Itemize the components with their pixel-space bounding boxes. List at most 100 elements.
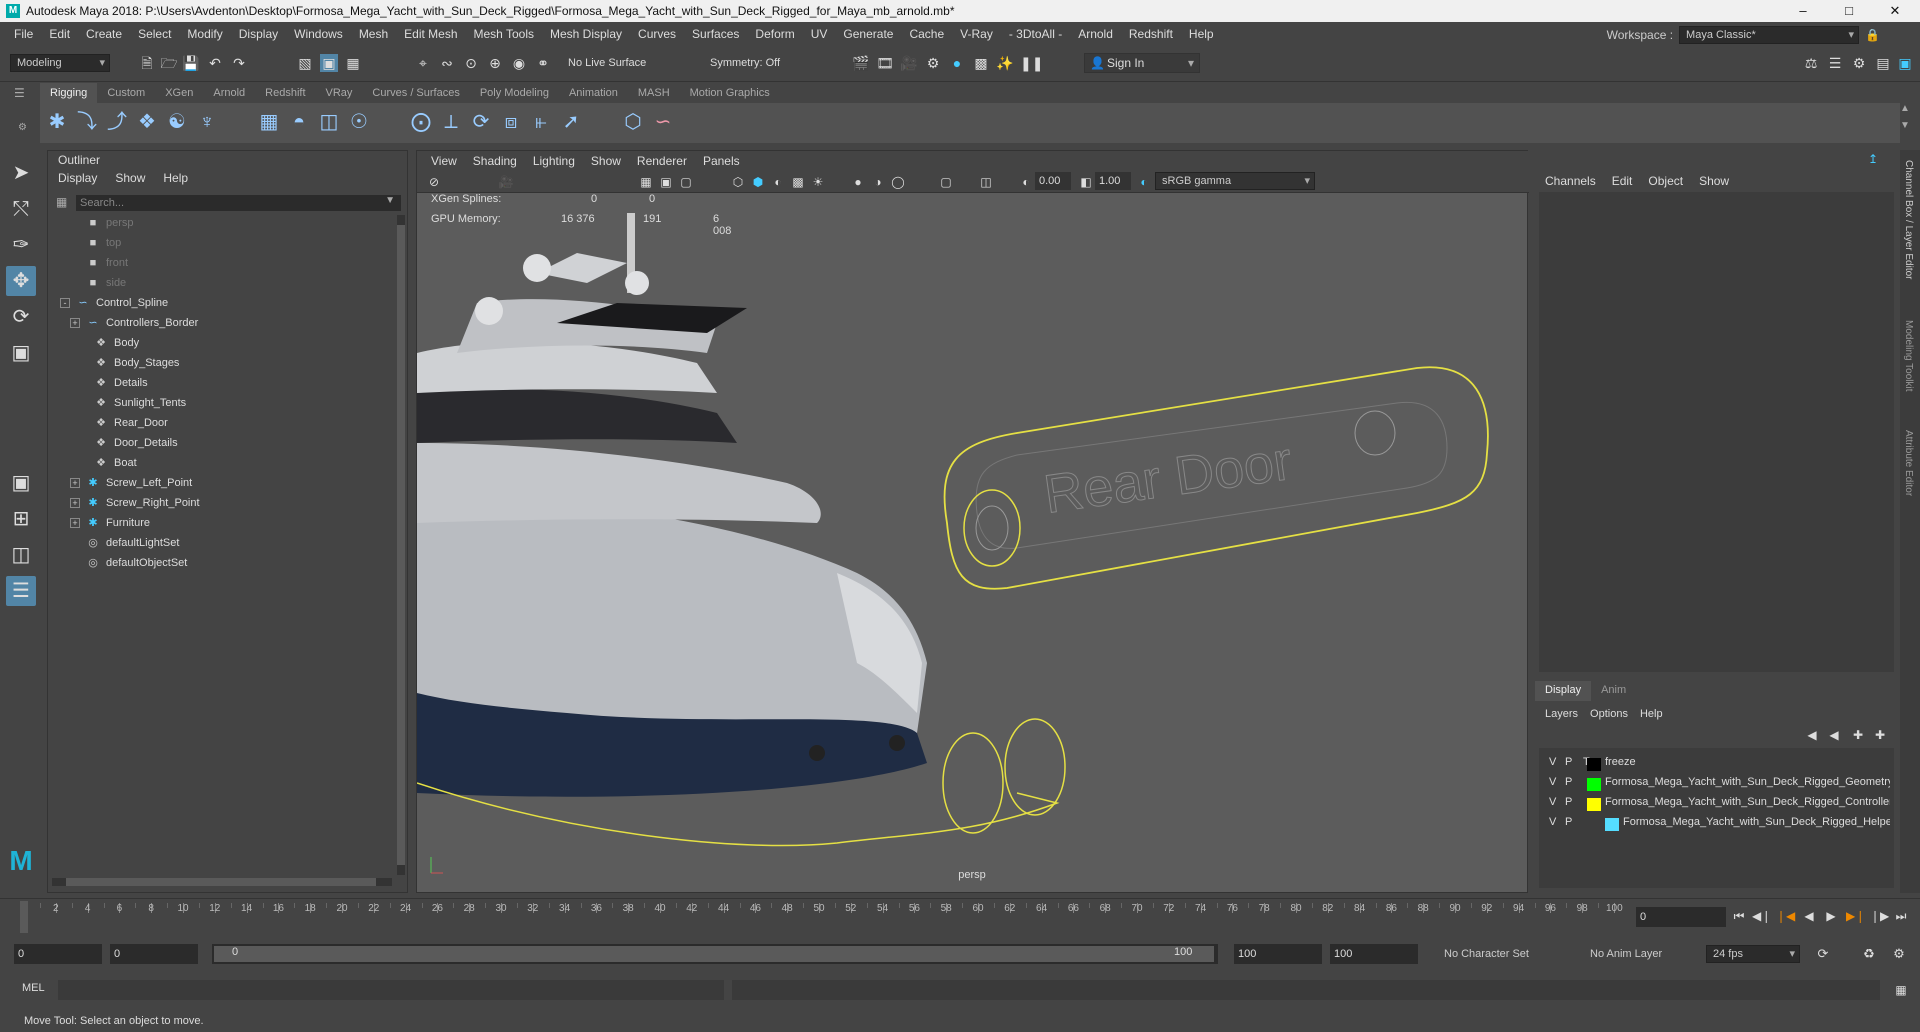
viewport-menu-lighting[interactable]: Lighting xyxy=(525,154,583,168)
loop-icon[interactable]: ⟳ xyxy=(1814,945,1832,963)
outliner-item[interactable]: + ✱ Screw_Right_Point xyxy=(70,493,200,513)
snap-point-icon[interactable]: ⊙ xyxy=(462,54,480,72)
four-view-icon[interactable]: ⊞ xyxy=(6,504,36,534)
tool-settings-icon[interactable]: ⚙ xyxy=(1850,54,1868,72)
scale-tool-icon[interactable]: ▣ xyxy=(6,338,36,368)
range-slider-handle[interactable] xyxy=(214,946,1214,962)
shelf-tab-mash[interactable]: MASH xyxy=(628,83,680,103)
new-layer-icon[interactable]: ✚ xyxy=(1849,726,1867,744)
menu-edit-mesh[interactable]: Edit Mesh xyxy=(396,27,465,41)
viewport-menu-view[interactable]: View xyxy=(423,154,465,168)
xray-icon[interactable]: ◫ xyxy=(977,173,995,191)
shadows-icon[interactable]: ● xyxy=(849,173,867,191)
outliner-hscroll-thumb[interactable] xyxy=(66,878,376,886)
antialiasing-icon[interactable]: ◯ xyxy=(889,173,907,191)
channel-menu-show[interactable]: Show xyxy=(1699,174,1729,188)
outliner-item[interactable]: ■ persp xyxy=(86,213,134,233)
bind-skin-icon[interactable]: ❖ xyxy=(134,109,160,135)
time-slider[interactable]: 0246810121416182022242628303234363840424… xyxy=(0,898,1920,936)
layer-visibility[interactable]: V xyxy=(1549,756,1556,768)
shelf-tab-arnold[interactable]: Arnold xyxy=(203,83,255,103)
menu-curves[interactable]: Curves xyxy=(630,27,684,41)
menu-mesh-display[interactable]: Mesh Display xyxy=(542,27,630,41)
menu-help[interactable]: Help xyxy=(1181,27,1222,41)
shelf-tab-motion-graphics[interactable]: Motion Graphics xyxy=(680,83,780,103)
outliner-item[interactable]: - ∽ Control_Spline xyxy=(60,293,168,313)
lock-icon[interactable]: 🔒 xyxy=(1865,28,1880,42)
viewport-menu-renderer[interactable]: Renderer xyxy=(629,154,695,168)
move-layer-down-icon[interactable]: ◀ xyxy=(1825,726,1843,744)
graph-editor-icon[interactable]: ∽ xyxy=(650,109,676,135)
resolution-gate-icon[interactable]: ▢ xyxy=(677,173,695,191)
outliner-item[interactable]: ■ side xyxy=(86,273,127,293)
menu-redshift[interactable]: Redshift xyxy=(1121,27,1181,41)
current-time-marker[interactable] xyxy=(20,901,28,933)
playback-end-field[interactable]: 100 xyxy=(1234,944,1322,964)
layer-tab-display[interactable]: Display xyxy=(1535,681,1592,701)
lasso-tool-icon[interactable]: ⤲ xyxy=(6,194,36,224)
wireframe-on-shaded-icon[interactable]: ◐ xyxy=(769,173,787,191)
wrap-icon[interactable]: ◫ xyxy=(316,109,342,135)
layer-visibility[interactable]: V xyxy=(1549,776,1556,788)
layer-visibility[interactable]: V xyxy=(1549,816,1556,828)
sign-in-button[interactable]: 👤 Sign In ▾ xyxy=(1084,53,1200,73)
menu-modify[interactable]: Modify xyxy=(179,27,230,41)
rotate-tool-icon[interactable]: ⟳ xyxy=(6,302,36,332)
expand-toggle-icon[interactable]: + xyxy=(70,318,80,328)
menu-mesh-tools[interactable]: Mesh Tools xyxy=(466,27,542,41)
isolate-select-icon[interactable]: ▢ xyxy=(937,173,955,191)
shelf-settings-icon[interactable]: ⚙ xyxy=(18,122,27,133)
layer-row[interactable]: VPTfreeze xyxy=(1545,756,1890,774)
lights-icon[interactable]: ☀ xyxy=(809,173,827,191)
anim-layer-dropdown[interactable]: No Anim Layer xyxy=(1590,948,1662,960)
layer-playback[interactable]: P xyxy=(1565,776,1572,788)
select-hierarchy-icon[interactable]: ▧ xyxy=(296,54,314,72)
anim-prefs-icon[interactable]: ⚙ xyxy=(1890,945,1908,963)
outliner-item[interactable]: + ✱ Furniture xyxy=(70,513,150,533)
outliner-scroll-thumb[interactable] xyxy=(397,225,405,865)
outliner-layout-icon[interactable]: ☰ xyxy=(6,576,36,606)
menu-arnold[interactable]: Arnold xyxy=(1070,27,1121,41)
ambient-occlusion-icon[interactable]: ◑ xyxy=(869,173,887,191)
outliner-item[interactable]: ❖ Boat xyxy=(94,453,137,473)
anim-end-field[interactable]: 100 xyxy=(1330,944,1418,964)
outliner-menu-display[interactable]: Display xyxy=(58,171,97,185)
paint-select-icon[interactable]: ✑ xyxy=(6,230,36,260)
pole-vector-icon[interactable]: ➚ xyxy=(558,109,584,135)
play-forwards-icon[interactable]: ▶ xyxy=(1822,907,1840,925)
cluster-icon[interactable]: ◓ xyxy=(286,109,312,135)
step-back-key-icon[interactable]: ❘◀ xyxy=(1776,907,1795,925)
outliner-filter-icon[interactable]: ▦ xyxy=(56,195,72,211)
layer-menu-layers[interactable]: Layers xyxy=(1545,708,1578,720)
playback-start-field[interactable]: 0 xyxy=(110,944,198,964)
aim-constraint-icon[interactable]: ⫦ xyxy=(528,109,554,135)
layer-playback[interactable]: P xyxy=(1565,756,1572,768)
outliner-item[interactable]: ◎ defaultObjectSet xyxy=(86,553,187,573)
step-forward-icon[interactable]: ❘▶ xyxy=(1870,907,1889,925)
menu-cache[interactable]: Cache xyxy=(901,27,952,41)
menu-set-dropdown[interactable]: Modeling xyxy=(10,54,110,72)
shelf-tab-poly-modeling[interactable]: Poly Modeling xyxy=(470,83,559,103)
render-settings-icon[interactable]: ⚙ xyxy=(924,54,942,72)
render-view-icon[interactable]: 🎞 xyxy=(876,54,894,72)
layer-playback[interactable]: P xyxy=(1565,816,1572,828)
shelf-tab-animation[interactable]: Animation xyxy=(559,83,628,103)
outliner-hscrollbar[interactable] xyxy=(52,878,392,886)
outliner-menu-help[interactable]: Help xyxy=(163,171,188,185)
select-component-icon[interactable]: ▦ xyxy=(344,54,362,72)
layer-row[interactable]: V P Formosa_Mega_Yacht_with_Sun_Deck_Rigge… xyxy=(1545,816,1890,834)
search-dropdown-icon[interactable]: ▼ xyxy=(385,195,395,206)
menu-uv[interactable]: UV xyxy=(803,27,836,41)
minimize-button[interactable]: – xyxy=(1780,0,1826,22)
modeling-toolkit-icon[interactable]: ⚖ xyxy=(1802,54,1820,72)
outliner-item[interactable]: ❖ Door_Details xyxy=(94,433,178,453)
open-scene-icon[interactable]: 🗁 xyxy=(160,54,178,72)
outliner-menu-show[interactable]: Show xyxy=(115,171,145,185)
gamma-icon[interactable]: ◧ xyxy=(1077,173,1095,191)
pause-icon[interactable]: ❚❚ xyxy=(1020,54,1043,72)
shelf-tab-redshift[interactable]: Redshift xyxy=(255,83,315,103)
snap-view-icon[interactable]: ⊕ xyxy=(486,54,504,72)
tab-channel-box[interactable]: Channel Box / Layer Editor xyxy=(1903,160,1914,280)
attribute-editor-icon[interactable]: ☰ xyxy=(1826,54,1844,72)
create-joint-icon[interactable]: ✱ xyxy=(44,109,70,135)
